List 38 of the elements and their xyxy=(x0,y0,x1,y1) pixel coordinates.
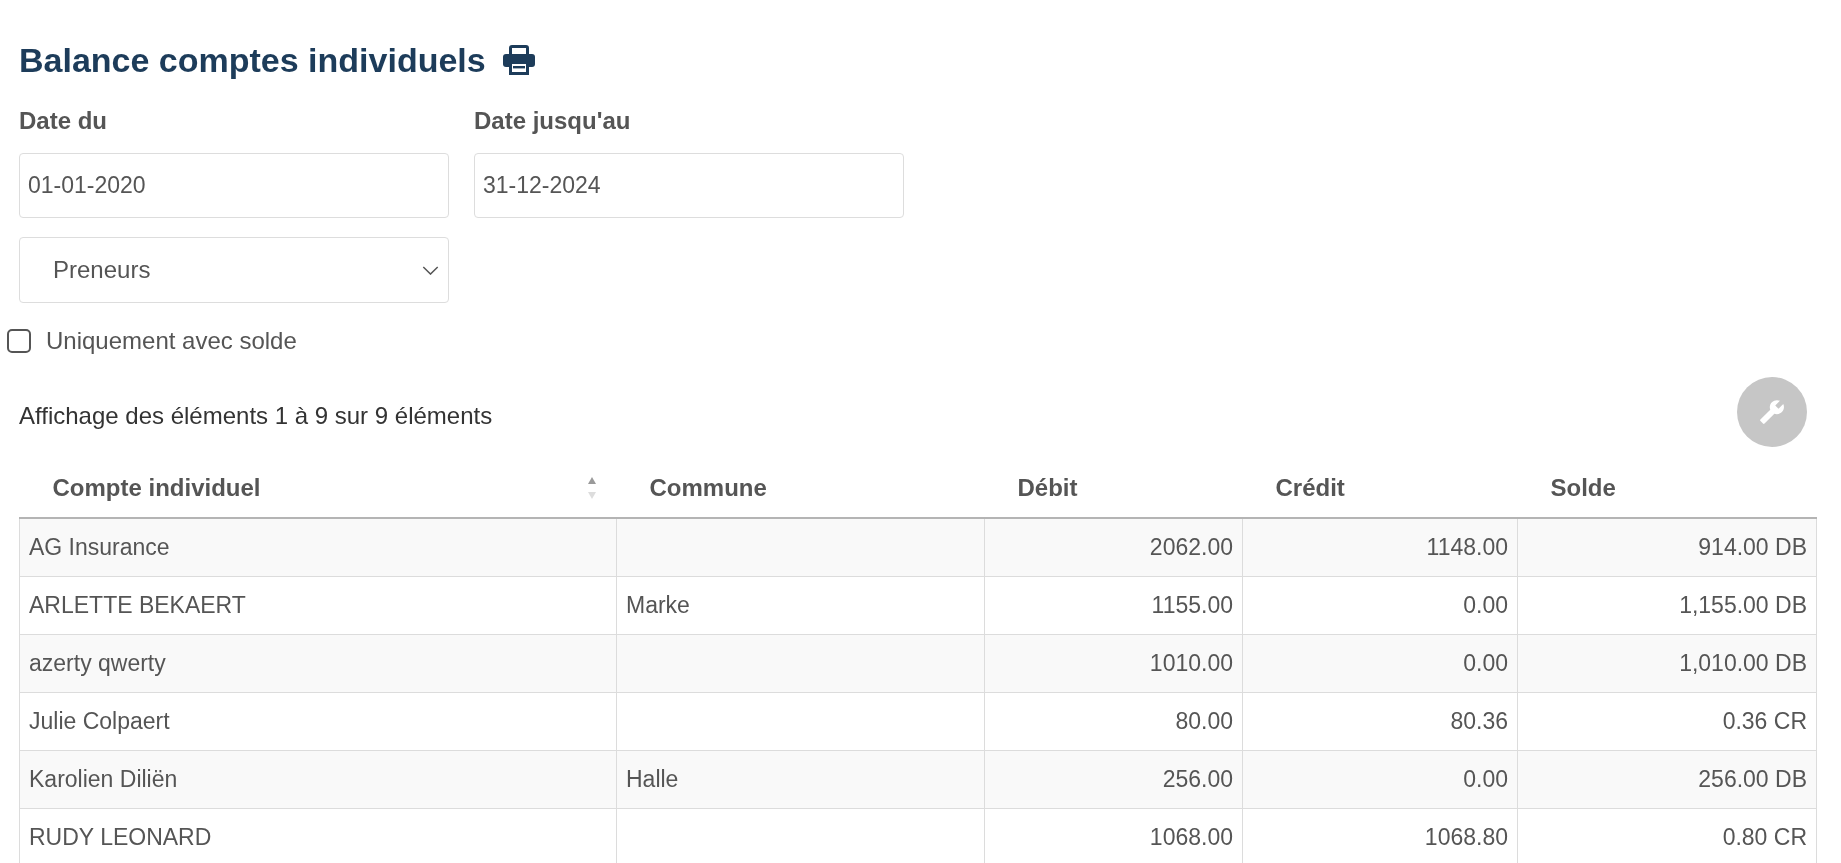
table-cell: 80.00 xyxy=(984,692,1243,750)
table-cell: AG Insurance xyxy=(19,518,617,576)
table-cell: 256.00 xyxy=(984,750,1243,808)
table-cell: ARLETTE BEKAERT xyxy=(19,576,617,634)
table-cell: 0.80 CR xyxy=(1517,808,1817,863)
date-input[interactable]: 31-12-2024 xyxy=(474,153,904,218)
table-cell: Marke xyxy=(616,576,985,634)
table-cell: 0.00 xyxy=(1242,634,1518,692)
table-cell: azerty qwerty xyxy=(19,634,617,692)
table-cell: Julie Colpaert xyxy=(19,692,617,750)
date-input[interactable]: 01-01-2020 xyxy=(19,153,449,218)
table-cell: 1068.00 xyxy=(984,808,1243,863)
table-cell: 80.36 xyxy=(1242,692,1518,750)
checkbox-label[interactable]: Uniquement avec solde xyxy=(46,327,297,355)
table-cell: 914.00 DB xyxy=(1517,518,1817,576)
field-label: Date jusqu'au xyxy=(474,107,632,135)
table-cell: 256.00 DB xyxy=(1517,750,1817,808)
table-cell: 1,010.00 DB xyxy=(1517,634,1817,692)
table-info: Affichage des éléments 1 à 9 sur 9 éléments xyxy=(19,401,493,430)
table-cell: 0.00 xyxy=(1242,750,1518,808)
table-cell: 0.36 CR xyxy=(1517,692,1817,750)
checkbox[interactable] xyxy=(7,329,31,353)
table-cell: Halle xyxy=(616,750,985,808)
table-cell: 2062.00 xyxy=(984,518,1243,576)
field-label: Date du xyxy=(19,107,108,135)
table-cell: 0.00 xyxy=(1242,576,1518,634)
print-icon[interactable] xyxy=(501,45,536,75)
table-cell: 1068.80 xyxy=(1242,808,1518,863)
table-cell: 1148.00 xyxy=(1242,518,1518,576)
table-cell: 1010.00 xyxy=(984,634,1243,692)
table-cell: RUDY LEONARD xyxy=(19,808,617,863)
table-cell: 1155.00 xyxy=(984,576,1243,634)
wrench-icon xyxy=(1759,399,1785,425)
account-type-select[interactable]: Preneurs xyxy=(19,237,449,303)
chevron-down-icon xyxy=(422,265,439,275)
page-title: Balance comptes individuels xyxy=(19,40,486,81)
table-cell: 1,155.00 DB xyxy=(1517,576,1817,634)
table-cell: Karolien Diliën xyxy=(19,750,617,808)
